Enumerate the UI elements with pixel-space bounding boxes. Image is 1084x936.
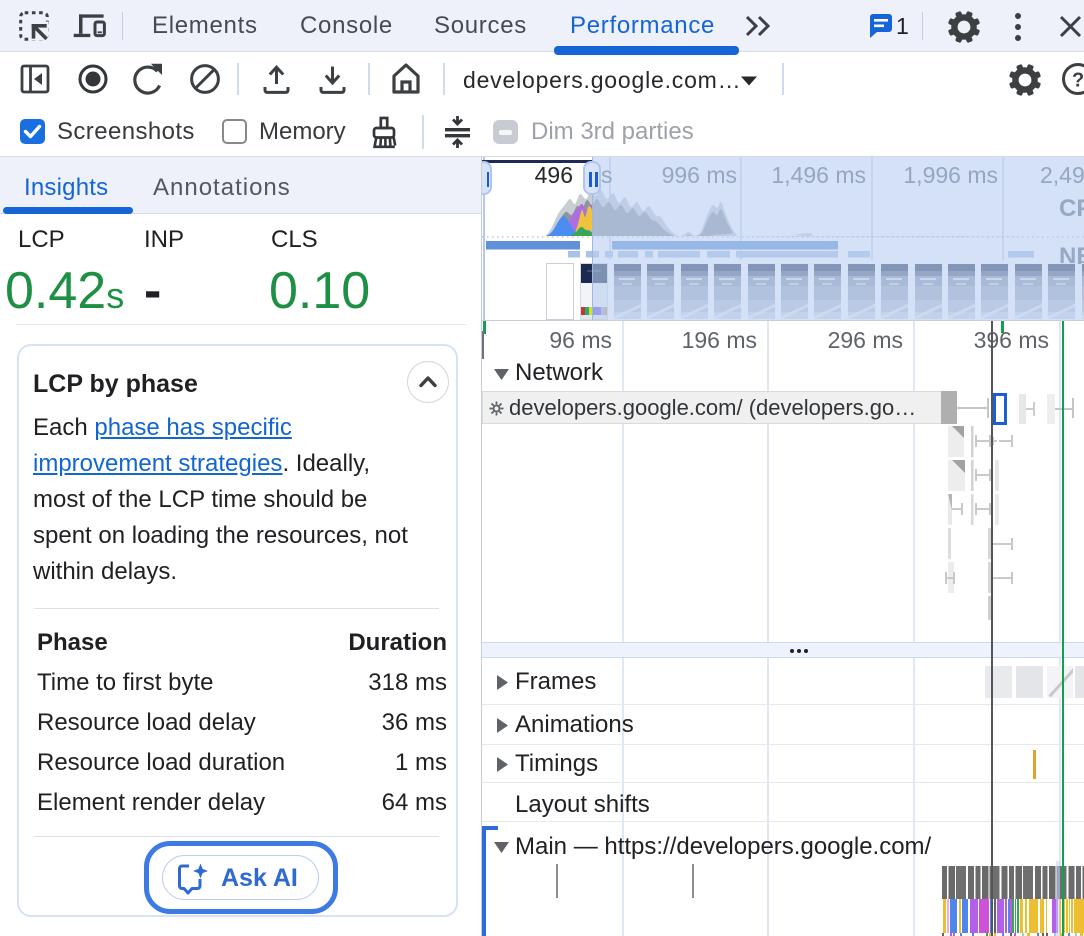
svg-text:?: ? <box>1072 70 1084 92</box>
